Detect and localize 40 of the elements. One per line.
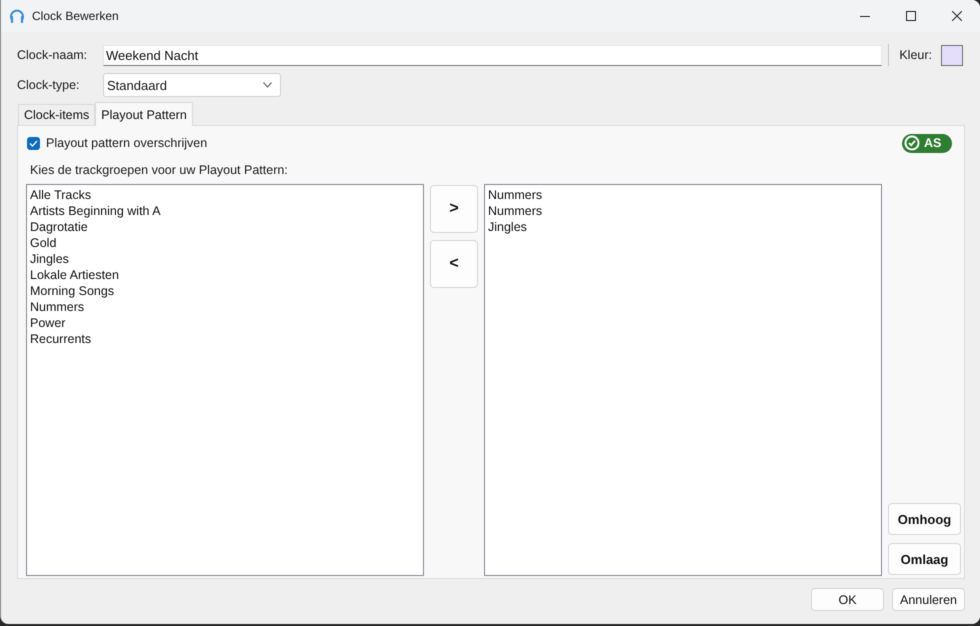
list-item[interactable]: Jingles	[27, 251, 423, 267]
field-label: Kleur:	[899, 48, 932, 62]
list-item[interactable]: Gold	[27, 235, 423, 251]
checkbox-label: Playout pattern overschrijven	[46, 136, 208, 150]
move-button[interactable]: <	[430, 240, 478, 288]
list-item[interactable]: Artists Beginning with A	[27, 203, 423, 219]
maximize-icon	[906, 11, 916, 21]
chosen-groups-list[interactable]: Nummers Nummers Jingles	[484, 184, 882, 576]
dialog-button[interactable]: Annuleren	[892, 588, 965, 611]
field-label: Clock-naam:	[17, 48, 88, 62]
list-item[interactable]: Morning Songs	[27, 283, 423, 299]
list-item[interactable]: Jingles	[485, 219, 881, 235]
type-dropdown[interactable]: Standaard	[103, 73, 281, 97]
list-item[interactable]: Dagrotatie	[27, 219, 423, 235]
list-item[interactable]: Nummers	[27, 299, 423, 315]
order-button[interactable]: Omhoog	[888, 503, 961, 535]
list-item[interactable]: Alle Tracks	[27, 187, 423, 203]
field-label: Clock-type:	[17, 78, 81, 92]
checkmark-icon	[29, 140, 38, 146]
badge-label: AS	[924, 136, 942, 150]
dialog-button[interactable]: OK	[811, 588, 884, 611]
list-item[interactable]: Power	[27, 315, 423, 331]
tab[interactable]: Playout Pattern	[95, 102, 193, 126]
dropdown-value: Standaard	[107, 78, 168, 92]
list-item[interactable]: Nummers	[485, 187, 881, 203]
tab[interactable]: Clock-items	[18, 104, 96, 125]
color-swatch-icon[interactable]	[941, 44, 963, 66]
list-item[interactable]: Lokale Artiesten	[27, 267, 423, 283]
name-input-field[interactable]: Weekend Nacht	[103, 44, 882, 66]
close-icon	[952, 11, 962, 21]
instruction-text: Kies de trackgroepen voor uw Playout Pattern:	[30, 163, 289, 177]
chevron-down-icon	[263, 82, 272, 88]
available-groups-list[interactable]: Alle Tracks Artists Beginning with A Dagrotatie Gold Jingles Lokale Artiesten Morning Songs Nummers Power Recurrents	[26, 184, 424, 576]
list-item[interactable]: Recurrents	[27, 331, 423, 347]
window-title: Clock Bewerken	[32, 9, 119, 23]
list-item[interactable]: Nummers	[485, 203, 881, 219]
move-button[interactable]: >	[430, 185, 478, 233]
app-logo-icon	[9, 8, 25, 24]
order-button[interactable]: Omlaag	[888, 543, 961, 575]
checkbox[interactable]	[27, 136, 40, 150]
